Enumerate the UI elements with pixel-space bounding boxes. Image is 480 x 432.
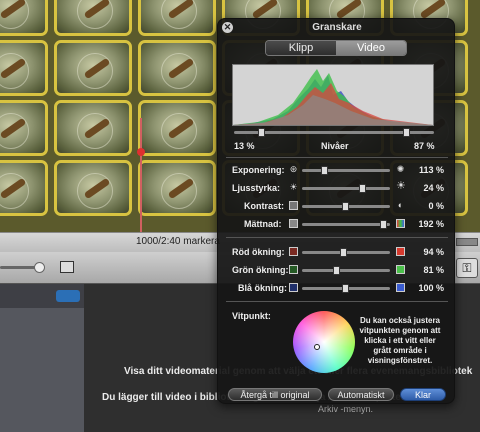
red-gain-slider-knob[interactable] xyxy=(340,248,347,257)
green-gain-slider-knob[interactable] xyxy=(333,266,340,275)
tab-video[interactable]: Video xyxy=(336,41,406,55)
levels-min-value: 13 % xyxy=(234,141,255,151)
levels-max-value: 87 % xyxy=(414,141,435,151)
image-icon[interactable] xyxy=(60,261,74,273)
key-icon[interactable]: ⚿ xyxy=(456,258,478,278)
brightness-value: 24 % xyxy=(423,183,444,193)
saturation-slider-knob[interactable] xyxy=(380,220,387,229)
whitepoint-color-wheel[interactable] xyxy=(293,311,355,373)
clip-thumbnail[interactable] xyxy=(138,0,216,36)
browser-hint-line-3: Arkiv -menyn. xyxy=(318,404,374,414)
inspector-tabs: Klipp Video xyxy=(265,40,407,56)
levels-label: Nivåer xyxy=(321,141,349,151)
clip-thumbnail[interactable] xyxy=(0,160,48,216)
saturation-low-icon xyxy=(289,219,298,228)
red-low-swatch xyxy=(289,247,298,256)
clip-thumbnail[interactable] xyxy=(54,100,132,156)
clip-thumbnail[interactable] xyxy=(0,40,48,96)
clip-thumbnail[interactable] xyxy=(54,160,132,216)
clip-thumbnail[interactable] xyxy=(0,0,48,36)
clip-thumbnail[interactable] xyxy=(138,160,216,216)
green-gain-label: Grön ökning: xyxy=(232,265,289,275)
clip-thumbnail[interactable] xyxy=(54,40,132,96)
timeline-status-text: 1000/2:40 markera xyxy=(136,236,220,247)
divider xyxy=(226,301,448,302)
contrast-label: Kontrast: xyxy=(244,201,284,211)
saturation-value: 192 % xyxy=(418,219,444,229)
sun-large-icon: ☀ xyxy=(396,180,406,192)
green-high-swatch xyxy=(396,265,405,274)
aperture-large-icon: ✺ xyxy=(396,164,405,174)
whitepoint-selector-dot[interactable] xyxy=(314,344,320,350)
inspector-title: Granskare xyxy=(312,22,362,33)
zoom-slider-knob[interactable] xyxy=(34,262,45,273)
library-toggle-button[interactable] xyxy=(56,290,80,302)
brightness-slider-track[interactable] xyxy=(302,187,390,190)
aperture-icon: ⊛ xyxy=(289,164,298,174)
divider xyxy=(226,237,448,238)
clip-thumbnail[interactable] xyxy=(138,40,216,96)
done-button[interactable]: Klar xyxy=(400,388,446,401)
blue-gain-slider-knob[interactable] xyxy=(342,284,349,293)
whitepoint-label: Vitpunkt: xyxy=(232,311,271,321)
sun-small-icon: ☀ xyxy=(289,182,298,192)
brightness-label: Ljusstyrka: xyxy=(232,183,281,193)
blue-gain-label: Blå ökning: xyxy=(238,283,287,293)
contrast-value: 0 % xyxy=(428,201,444,211)
saturation-label: Mättnad: xyxy=(244,219,282,229)
red-gain-label: Röd ökning: xyxy=(232,247,285,257)
skimmer-playhead-dot[interactable] xyxy=(137,148,145,156)
exposure-slider-track[interactable] xyxy=(302,169,390,172)
saturation-high-icon xyxy=(396,219,405,228)
clip-thumbnail[interactable] xyxy=(138,100,216,156)
event-library-list[interactable] xyxy=(0,308,84,432)
skimmer-playhead[interactable] xyxy=(140,118,142,232)
clip-thumbnail[interactable] xyxy=(0,100,48,156)
red-high-swatch xyxy=(396,247,405,256)
exposure-label: Exponering: xyxy=(232,165,285,175)
contrast-slider-knob[interactable] xyxy=(342,202,349,211)
green-low-swatch xyxy=(289,265,298,274)
tab-klipp[interactable]: Klipp xyxy=(266,41,336,55)
blue-gain-value: 100 % xyxy=(418,283,444,293)
blue-high-swatch xyxy=(396,283,405,292)
green-gain-slider-track[interactable] xyxy=(302,269,390,272)
red-gain-value: 94 % xyxy=(423,247,444,257)
levels-histogram xyxy=(232,64,434,126)
inspector-window: ✕ Granskare Klipp Video 13 % Nivåer 87 %… xyxy=(217,18,455,404)
event-library-panel xyxy=(0,284,84,432)
green-gain-value: 81 % xyxy=(423,265,444,275)
blue-low-swatch xyxy=(289,283,298,292)
status-mini-control[interactable] xyxy=(456,238,478,246)
whitepoint-hint: Du kan också justera vitpunkten genom at… xyxy=(359,316,441,365)
brightness-slider-knob[interactable] xyxy=(359,184,366,193)
revert-to-original-button[interactable]: Återgå till original xyxy=(228,388,322,401)
contrast-low-icon xyxy=(289,201,298,210)
contrast-high-icon: ◐ xyxy=(397,200,404,210)
saturation-slider-track[interactable] xyxy=(302,223,390,226)
levels-min-knob[interactable] xyxy=(258,128,265,137)
levels-max-knob[interactable] xyxy=(403,128,410,137)
exposure-value: 113 % xyxy=(418,165,444,175)
auto-button[interactable]: Automatiskt xyxy=(328,388,394,401)
exposure-slider-knob[interactable] xyxy=(321,166,328,175)
divider xyxy=(226,157,448,158)
clip-thumbnail[interactable] xyxy=(54,0,132,36)
